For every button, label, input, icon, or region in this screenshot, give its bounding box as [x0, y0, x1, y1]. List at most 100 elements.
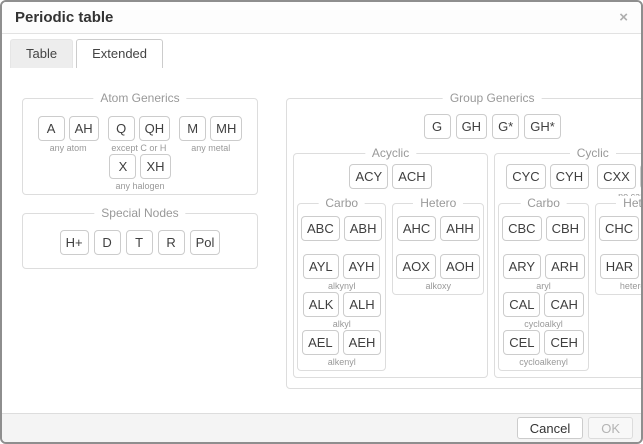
button-cbc[interactable]: CBC: [502, 216, 541, 241]
button-chc[interactable]: CHC: [599, 216, 639, 241]
acyclic-hetero-legend: Hetero: [413, 196, 463, 211]
button-abc[interactable]: ABC: [301, 216, 340, 241]
button-group: ABC ABH: [301, 216, 382, 254]
button-a[interactable]: A: [38, 116, 65, 141]
button-abh[interactable]: ABH: [344, 216, 383, 241]
group-generics-panel: Group Generics G GH G* GH* Acyclic ACY: [286, 98, 643, 389]
button-g[interactable]: G: [424, 114, 451, 139]
button-mh[interactable]: MH: [210, 116, 242, 141]
cancel-button[interactable]: Cancel: [517, 417, 583, 439]
button-group: Q QH except C or H: [108, 116, 171, 154]
cyclic-carbo-legend: Carbo: [520, 196, 567, 211]
button-r[interactable]: R: [158, 230, 185, 255]
button-har[interactable]: HAR: [600, 254, 639, 279]
button-m[interactable]: M: [179, 116, 206, 141]
periodic-table-dialog: Periodic table × Table Extended Atom Gen…: [0, 0, 643, 444]
atom-generics-legend: Atom Generics: [93, 91, 186, 106]
button-cah[interactable]: CAH: [544, 292, 583, 317]
button-aox[interactable]: AOX: [396, 254, 435, 279]
cyclic-subsections: Carbo CBC CBH: [498, 203, 643, 371]
group-caption: alkoxy: [426, 281, 452, 292]
special-nodes-row: H+ D T R Pol: [27, 230, 253, 255]
group-caption: cycloalkenyl: [519, 357, 568, 368]
group-caption: any metal: [191, 143, 230, 154]
button-cyh[interactable]: CYH: [550, 164, 589, 189]
button-arh[interactable]: ARH: [545, 254, 584, 279]
button-acy[interactable]: ACY: [349, 164, 388, 189]
close-icon[interactable]: ×: [619, 10, 628, 25]
button-qh[interactable]: QH: [139, 116, 171, 141]
cyclic-hetero-panel: Hetero CHC CHH: [595, 203, 643, 295]
button-group: AHC AHH: [396, 216, 480, 254]
button-ael[interactable]: AEL: [302, 330, 339, 355]
dialog-footer: Cancel OK: [2, 413, 641, 442]
tab-extended[interactable]: Extended: [76, 39, 163, 68]
button-aeh[interactable]: AEH: [343, 330, 382, 355]
cyclic-hetero-legend: Hetero: [616, 196, 643, 211]
special-nodes-panel: Special Nodes H+ D T R Pol: [22, 213, 258, 269]
button-group: AOX AOH alkoxy: [396, 254, 480, 292]
button-ahc[interactable]: AHC: [397, 216, 436, 241]
button-xh[interactable]: XH: [140, 154, 170, 179]
group-caption: cycloalkyl: [524, 319, 563, 330]
button-group: CHC CHH: [599, 216, 643, 254]
tab-table[interactable]: Table: [10, 39, 73, 68]
acyclic-carbo-panel: Carbo ABC ABH: [297, 203, 386, 371]
button-group: HAR HAH hetero aryl: [599, 254, 643, 292]
group-generics-sections: Acyclic ACY ACH: [293, 153, 643, 378]
button-gh-star[interactable]: GH*: [524, 114, 561, 139]
button-cbh[interactable]: CBH: [546, 216, 585, 241]
atom-generics-row-1: A AH any atom Q QH except C or H: [27, 116, 253, 154]
atom-generics-panel: Atom Generics A AH any atom Q QH: [22, 98, 258, 195]
button-ceh[interactable]: CEH: [544, 330, 583, 355]
ok-button[interactable]: OK: [588, 417, 633, 439]
tab-bar: Table Extended: [2, 34, 641, 68]
button-cxx[interactable]: CXX: [597, 164, 636, 189]
button-cel[interactable]: CEL: [503, 330, 540, 355]
button-group: X XH any halogen: [109, 154, 170, 192]
button-aoh[interactable]: AOH: [440, 254, 480, 279]
group-generics-legend: Group Generics: [443, 91, 542, 106]
group-caption: hetero aryl: [620, 281, 643, 292]
button-d[interactable]: D: [94, 230, 121, 255]
button-gh[interactable]: GH: [456, 114, 488, 139]
button-pol[interactable]: Pol: [190, 230, 221, 255]
button-ayl[interactable]: AYL: [303, 254, 339, 279]
group-caption: any halogen: [115, 181, 164, 192]
acyclic-subsections: Carbo ABC ABH: [297, 203, 484, 371]
button-ahh[interactable]: AHH: [440, 216, 479, 241]
button-ah[interactable]: AH: [69, 116, 99, 141]
button-x[interactable]: X: [109, 154, 136, 179]
dialog-header: Periodic table ×: [2, 2, 641, 34]
left-column: Atom Generics A AH any atom Q QH: [22, 98, 258, 269]
button-ayh[interactable]: AYH: [343, 254, 381, 279]
button-alk[interactable]: ALK: [303, 292, 340, 317]
button-ach[interactable]: ACH: [392, 164, 431, 189]
button-group: AEL AEH alkenyl: [301, 330, 382, 368]
acyclic-carbo-legend: Carbo: [318, 196, 365, 211]
group-caption: except C or H: [111, 143, 166, 154]
button-group: M MH any metal: [179, 116, 242, 154]
dialog-content: Atom Generics A AH any atom Q QH: [2, 68, 641, 413]
special-nodes-legend: Special Nodes: [94, 206, 185, 221]
group-caption: alkyl: [333, 319, 351, 330]
cyclic-carbo-panel: Carbo CBC CBH: [498, 203, 589, 371]
button-group: AYL AYH alkynyl: [301, 254, 382, 292]
button-alh[interactable]: ALH: [343, 292, 380, 317]
group-caption: alkenyl: [328, 357, 356, 368]
button-g-star[interactable]: G*: [492, 114, 519, 139]
button-t[interactable]: T: [126, 230, 153, 255]
group-caption: alkynyl: [328, 281, 356, 292]
button-cal[interactable]: CAL: [503, 292, 540, 317]
button-group: CAL CAH cycloalkyl: [502, 292, 585, 330]
button-ary[interactable]: ARY: [503, 254, 542, 279]
acyclic-legend: Acyclic: [365, 146, 416, 161]
button-h-plus[interactable]: H+: [60, 230, 89, 255]
acyclic-panel: Acyclic ACY ACH: [293, 153, 488, 378]
group-generics-row: G GH G* GH*: [293, 114, 643, 139]
button-group: CEL CEH cycloalkenyl: [502, 330, 585, 368]
button-cyc[interactable]: CYC: [506, 164, 545, 189]
right-column: Group Generics G GH G* GH* Acyclic ACY: [286, 98, 643, 389]
cyclic-legend: Cyclic: [570, 146, 616, 161]
button-q[interactable]: Q: [108, 116, 135, 141]
